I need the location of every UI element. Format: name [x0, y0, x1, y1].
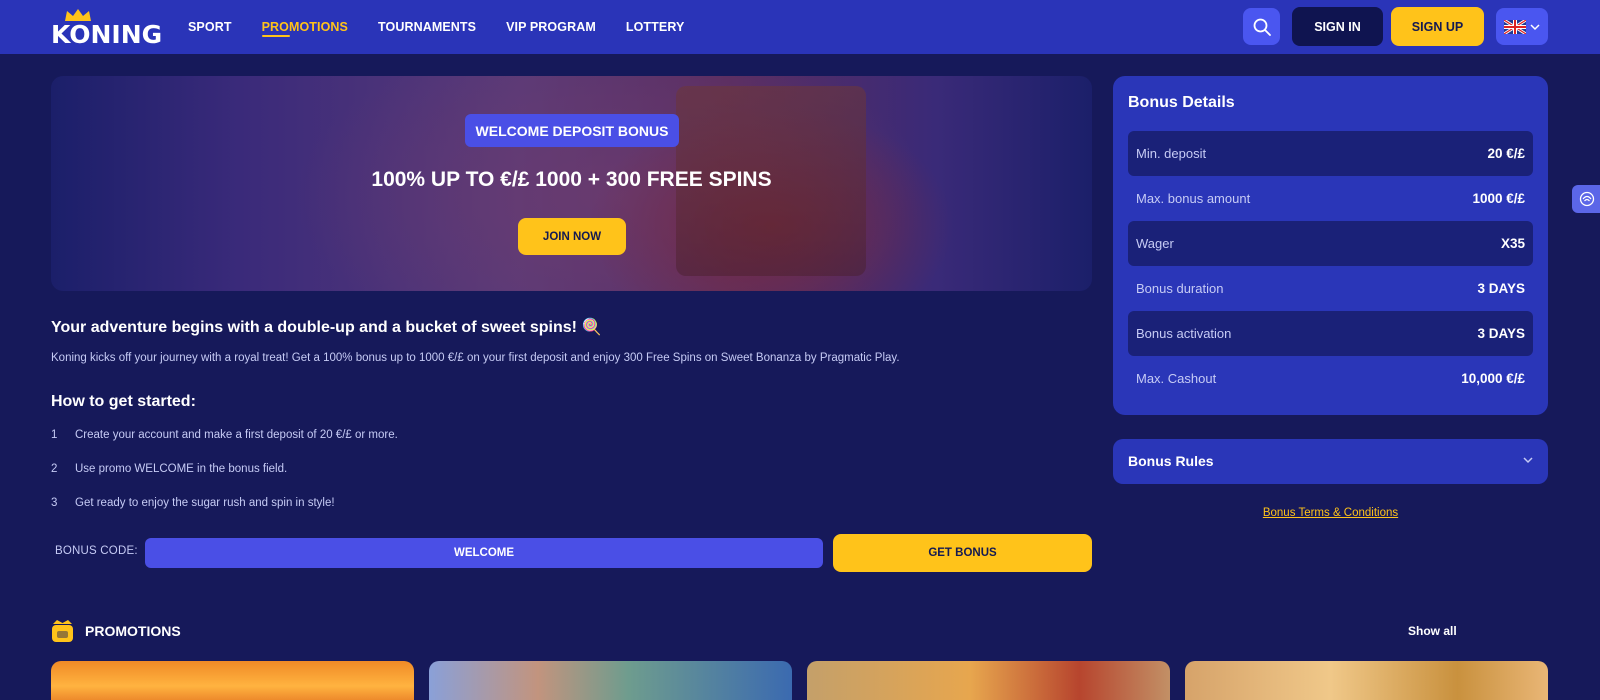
promotion-card[interactable] — [51, 661, 414, 700]
detail-row-max-cashout: Max. Cashout 10,000 €/£ — [1128, 356, 1533, 401]
welcome-bonus-badge: WELCOME DEPOSIT BONUS — [465, 114, 679, 147]
step-text: Create your account and make a first dep… — [75, 429, 398, 441]
bonus-details-title: Bonus Details — [1128, 94, 1235, 111]
search-icon — [1253, 18, 1271, 36]
detail-row-min-deposit: Min. deposit 20 €/£ — [1128, 131, 1533, 176]
step-number: 3 — [51, 497, 58, 509]
detail-label: Min. deposit — [1136, 146, 1207, 161]
side-widget-tab[interactable] — [1572, 185, 1600, 213]
detail-value: 3 DAYS — [1477, 281, 1525, 296]
detail-label: Bonus activation — [1136, 326, 1232, 341]
step-item: 1 Create your account and make a first de… — [51, 429, 398, 441]
main-nav: SPORT PROMOTIONS TOURNAMENTS VIP PROGRAM… — [188, 0, 714, 54]
step-item: 2 Use promo WELCOME in the bonus field. — [51, 463, 287, 475]
detail-value: 10,000 €/£ — [1461, 371, 1525, 386]
search-button[interactable] — [1243, 8, 1280, 45]
promotion-card[interactable] — [807, 661, 1170, 700]
chevron-down-icon — [1523, 457, 1533, 464]
gift-icon — [52, 620, 73, 642]
detail-value: X35 — [1500, 236, 1525, 251]
detail-row-max-bonus: Max. bonus amount 1000 €/£ — [1128, 176, 1533, 221]
join-now-button[interactable]: JOIN NOW — [518, 218, 626, 255]
bonus-terms-link[interactable]: Bonus Terms & Conditions — [1113, 507, 1548, 519]
detail-label: Max. Cashout — [1136, 371, 1217, 386]
nav-lottery[interactable]: LOTTERY — [626, 20, 685, 34]
promotions-heading: PROMOTIONS — [85, 623, 181, 639]
step-number: 2 — [51, 463, 58, 475]
nav-promotions[interactable]: PROMOTIONS — [261, 20, 348, 37]
detail-label: Max. bonus amount — [1136, 191, 1251, 206]
step-item: 3 Get ready to enjoy the sugar rush and s… — [51, 497, 335, 509]
nav-vip-program[interactable]: VIP PROGRAM — [506, 20, 596, 34]
step-text: Get ready to enjoy the sugar rush and sp… — [75, 497, 335, 509]
logo-text: KONING — [51, 20, 163, 49]
show-all-link[interactable]: Show all — [1408, 624, 1457, 638]
detail-label: Wager — [1136, 236, 1174, 251]
signal-icon — [1579, 191, 1595, 207]
uk-flag-icon — [1504, 19, 1526, 34]
intro-description: Koning kicks off your journey with a roy… — [51, 352, 900, 364]
chevron-down-icon — [1530, 23, 1540, 30]
koning-logo[interactable]: KONING — [51, 8, 163, 49]
detail-value: 3 DAYS — [1477, 326, 1525, 341]
bonus-code-field[interactable]: WELCOME — [145, 538, 823, 568]
bonus-code-label: BONUS CODE: — [55, 545, 138, 557]
bonus-headline: 100% UP TO €/£ 1000 + 300 FREE SPINS — [371, 168, 772, 191]
detail-row-activation: Bonus activation 3 DAYS — [1128, 311, 1533, 356]
sign-up-button[interactable]: SIGN UP — [1391, 7, 1484, 46]
top-navbar: KONING SPORT PROMOTIONS TOURNAMENTS VIP … — [0, 0, 1600, 54]
promotion-card[interactable] — [429, 661, 792, 700]
step-number: 1 — [51, 429, 58, 441]
get-bonus-button[interactable]: GET BONUS — [833, 534, 1092, 572]
promotion-card[interactable] — [1185, 661, 1548, 700]
detail-label: Bonus duration — [1136, 281, 1224, 296]
nav-tournaments[interactable]: TOURNAMENTS — [378, 20, 476, 34]
detail-value: 20 €/£ — [1487, 146, 1525, 161]
bonus-rules-accordion[interactable]: Bonus Rules — [1113, 439, 1548, 484]
bonus-details-panel: Bonus Details Min. deposit 20 €/£ Max. b… — [1113, 76, 1548, 415]
bonus-rules-title: Bonus Rules — [1128, 453, 1214, 469]
detail-value: 1000 €/£ — [1472, 191, 1525, 206]
detail-row-wager: Wager X35 — [1128, 221, 1533, 266]
detail-row-duration: Bonus duration 3 DAYS — [1128, 266, 1533, 311]
how-to-heading: How to get started: — [51, 393, 196, 410]
sign-in-button[interactable]: SIGN IN — [1292, 7, 1383, 46]
language-selector[interactable] — [1496, 8, 1548, 45]
intro-heading: Your adventure begins with a double-up a… — [51, 319, 602, 336]
nav-sport[interactable]: SPORT — [188, 20, 232, 34]
bonus-code-row: BONUS CODE: WELCOME GET BONUS — [51, 534, 1092, 572]
welcome-bonus-banner: WELCOME DEPOSIT BONUS 100% UP TO €/£ 100… — [51, 76, 1092, 291]
step-text: Use promo WELCOME in the bonus field. — [75, 463, 288, 475]
